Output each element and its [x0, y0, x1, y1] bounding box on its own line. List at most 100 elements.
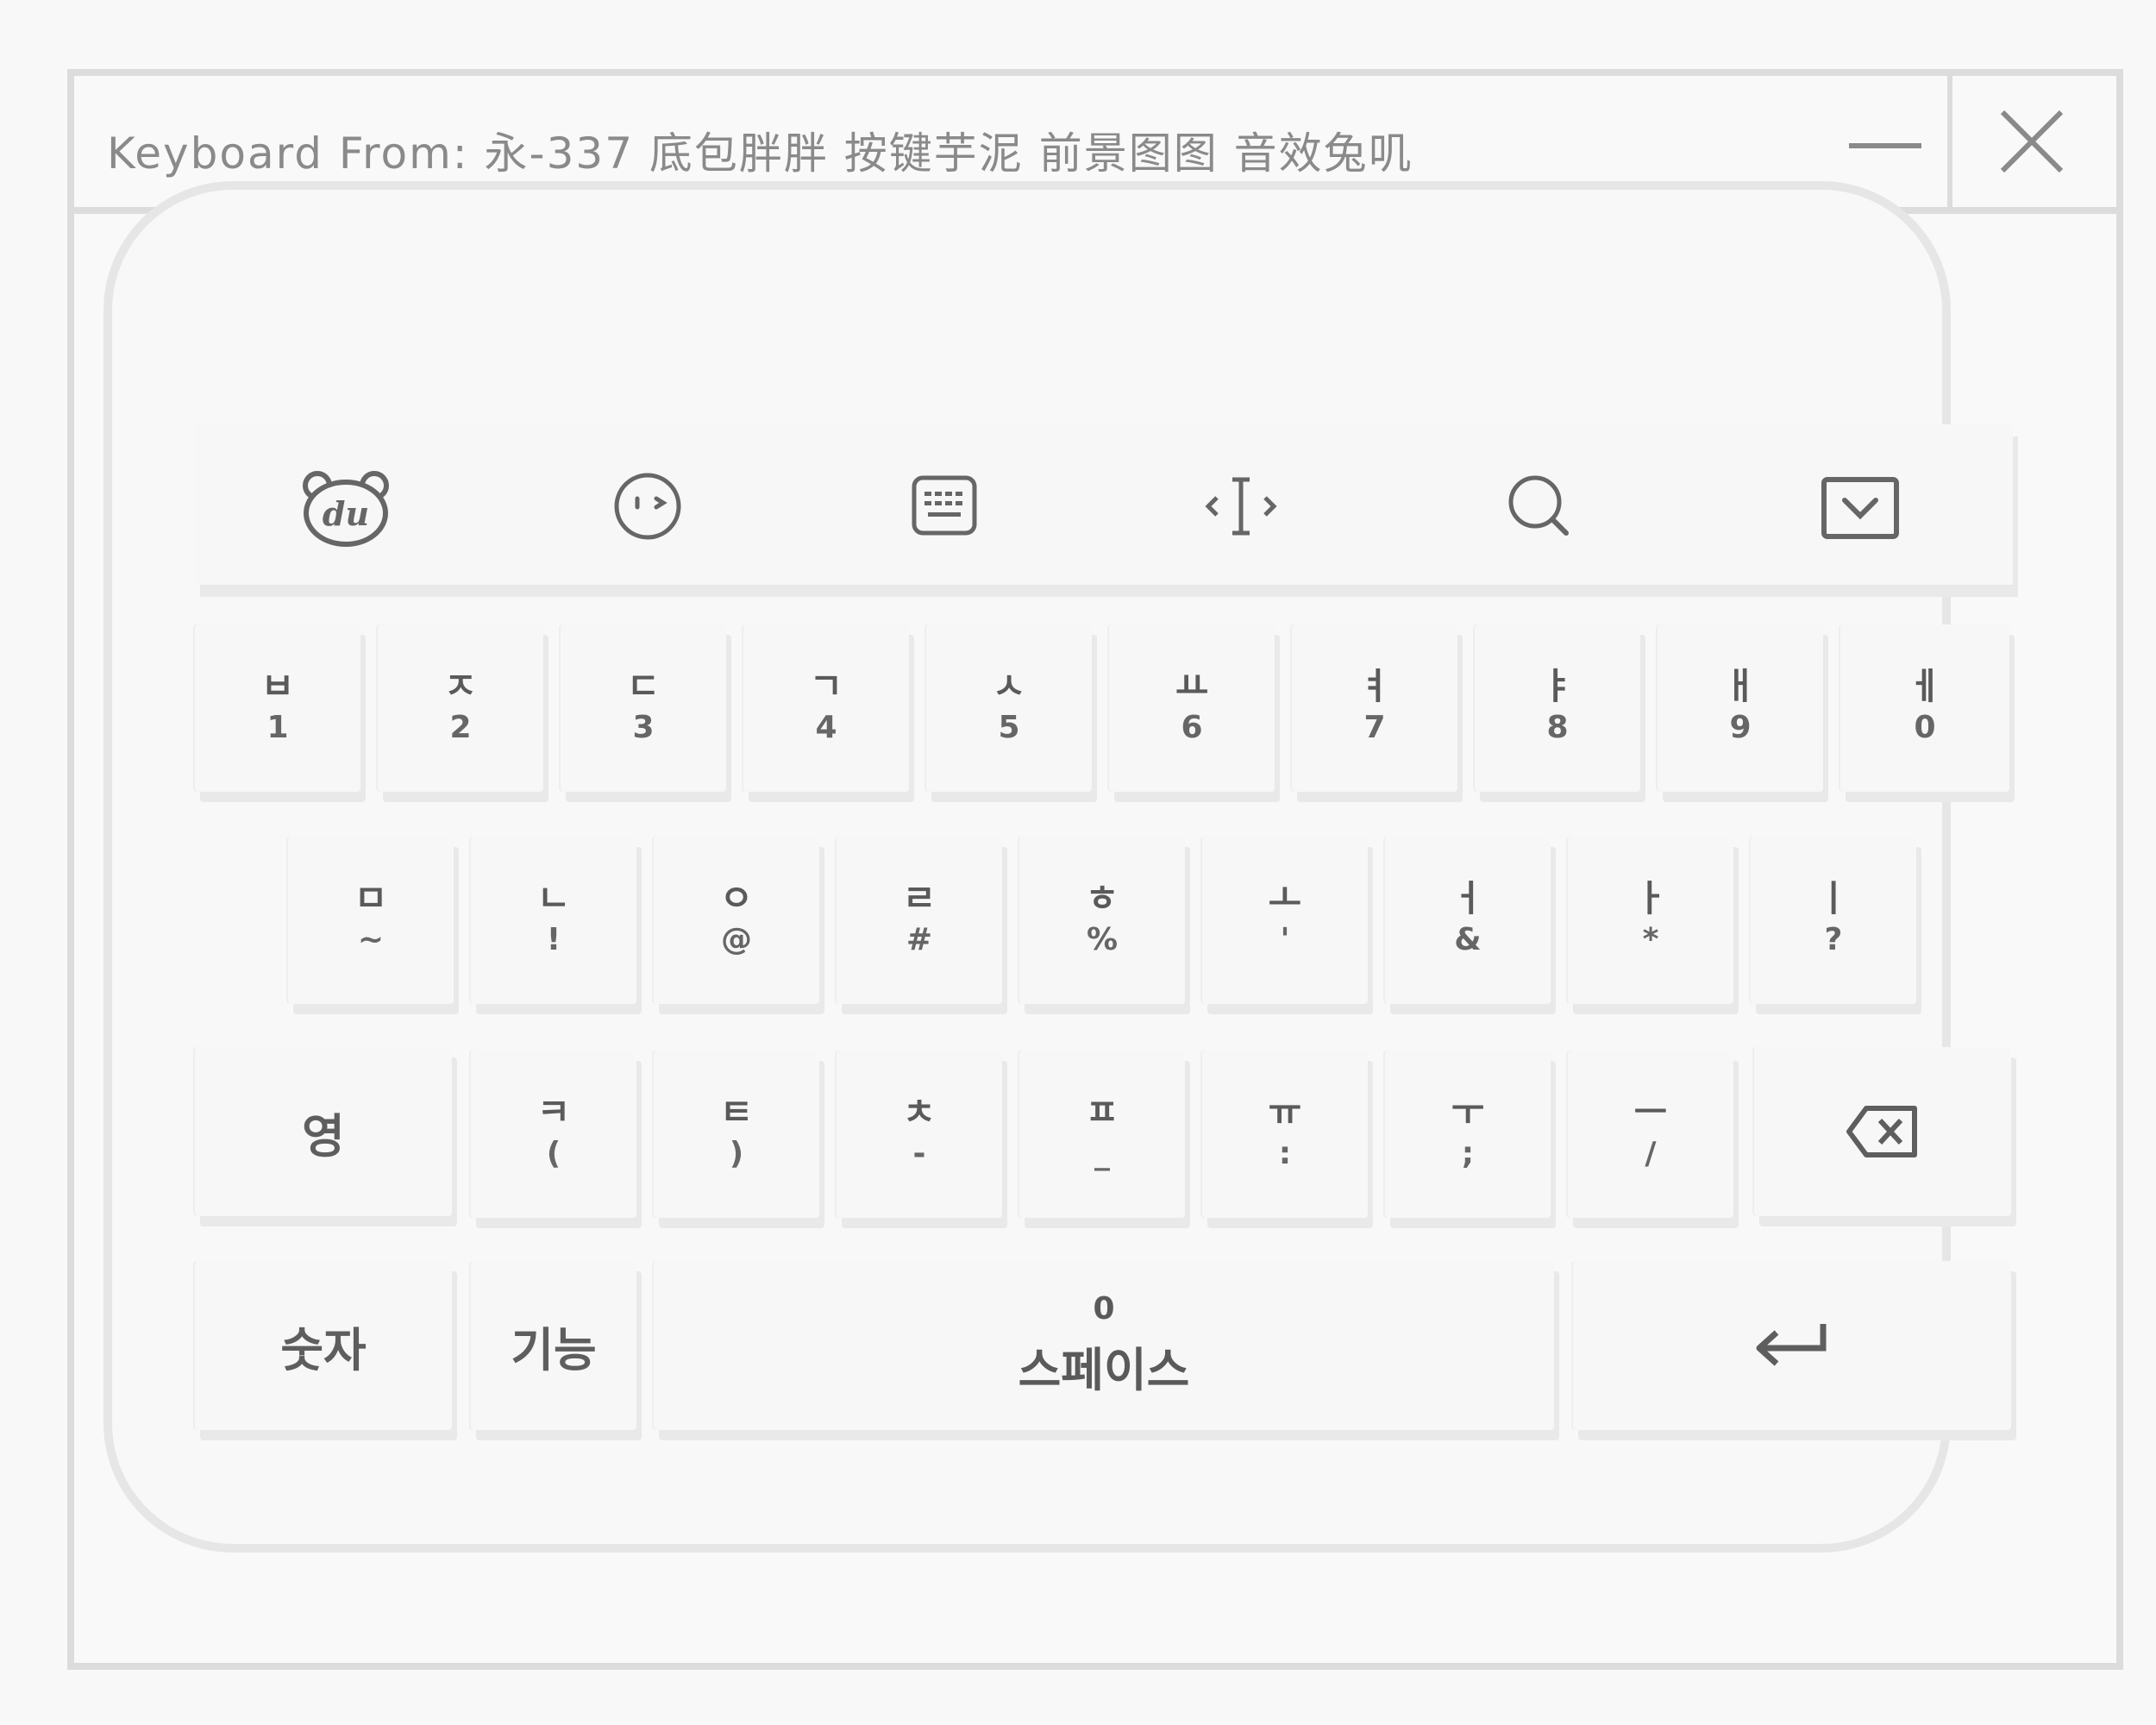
key-main: ㅗ — [1268, 876, 1302, 919]
key-sub: 4 — [815, 709, 837, 745]
key-j-2[interactable]: ㅈ2 — [378, 624, 543, 792]
key-yo-6[interactable]: ㅛ6 — [1109, 624, 1275, 792]
key-eo-ampersand[interactable]: ㅓ & — [1385, 837, 1551, 1004]
key-main: ㅊ — [902, 1090, 937, 1133]
key-sub: - — [912, 1135, 926, 1171]
key-sub: ( — [546, 1135, 561, 1171]
key-main: ㅈ — [443, 664, 478, 707]
key-u-semicolon[interactable]: ㅜ; — [1385, 1051, 1551, 1218]
collapse-keyboard-icon[interactable] — [1804, 450, 1916, 562]
key-o-quote[interactable]: ㅗ ' — [1202, 837, 1368, 1004]
key-p-underscore[interactable]: ㅍ _ — [1019, 1051, 1185, 1218]
space-key-label: 스페이스 — [1018, 1343, 1190, 1397]
key-ae-9[interactable]: ㅐ9 — [1658, 624, 1823, 792]
key-h-percent[interactable]: ㅎ% — [1019, 837, 1185, 1004]
key-i-question[interactable]: ㅣ? — [1751, 837, 1916, 1004]
key-label: 숫자 — [280, 1322, 367, 1377]
key-main: ㅍ — [1085, 1090, 1119, 1133]
keyboard-toolbar: du — [195, 424, 2013, 585]
key-main: ㅇ — [719, 876, 754, 919]
key-sub: @ — [721, 921, 752, 957]
close-button[interactable] — [1947, 76, 2116, 207]
key-main: ㅌ — [719, 1090, 754, 1133]
key-yu-colon[interactable]: ㅠ: — [1202, 1051, 1368, 1218]
cursor-move-icon[interactable] — [1185, 450, 1297, 562]
enter-key[interactable] — [1573, 1261, 2011, 1430]
key-sub: ) — [729, 1135, 744, 1171]
language-switch-key[interactable]: 영 — [195, 1047, 452, 1216]
key-sub: : — [1278, 1135, 1292, 1171]
key-sub: 2 — [449, 709, 472, 745]
key-main: ㅔ — [1908, 664, 1942, 707]
key-sub: / — [1645, 1135, 1657, 1171]
key-d-3[interactable]: ㄷ3 — [561, 624, 726, 792]
key-sub: 8 — [1546, 709, 1569, 745]
space-key-top-label: 0 — [1093, 1291, 1115, 1327]
key-sub: _ — [1094, 1135, 1110, 1171]
key-main: ㄷ — [626, 664, 661, 707]
key-sub: ! — [546, 921, 561, 957]
key-s-5[interactable]: ㅅ5 — [926, 624, 1092, 792]
key-sub: ~ — [357, 921, 385, 957]
du-bear-logo-icon[interactable]: du — [290, 450, 402, 562]
key-main: ㄱ — [809, 664, 843, 707]
search-icon[interactable] — [1483, 450, 1595, 562]
key-e-0[interactable]: ㅔ0 — [1840, 624, 2009, 792]
key-sub: 5 — [998, 709, 1020, 745]
function-key[interactable]: 기능 — [471, 1261, 636, 1430]
window-title: Keyboard From: 永-337 底包胖胖 按键芋泥 前景图图 音效兔叽 — [107, 129, 1413, 179]
key-g-4[interactable]: ㄱ4 — [743, 624, 909, 792]
key-main: ㅠ — [1268, 1090, 1302, 1133]
emoji-face-icon[interactable] — [592, 450, 704, 562]
key-ya-8[interactable]: ㅑ8 — [1475, 624, 1640, 792]
backspace-key[interactable] — [1754, 1047, 2011, 1216]
key-r-hash[interactable]: ㄹ # — [837, 837, 1002, 1004]
key-b-1[interactable]: ㅂ1 — [195, 624, 360, 792]
key-sub: 7 — [1363, 709, 1386, 745]
key-k-lparen[interactable]: ㅋ( — [471, 1051, 636, 1218]
key-sub: & — [1454, 921, 1482, 957]
key-main: ㅣ — [1816, 876, 1851, 919]
key-a-asterisk[interactable]: ㅏ * — [1568, 837, 1733, 1004]
key-sub: ; — [1461, 1135, 1475, 1171]
key-main: ㅂ — [260, 664, 295, 707]
key-main: ㅛ — [1175, 664, 1209, 707]
key-sub: * — [1642, 921, 1659, 957]
key-main: ㅅ — [992, 664, 1026, 707]
enter-icon — [1756, 1324, 1827, 1366]
key-main: ㄹ — [902, 876, 937, 919]
key-sub: 9 — [1729, 709, 1752, 745]
key-sub: 3 — [632, 709, 655, 745]
close-icon — [2000, 110, 2064, 173]
key-yeo-7[interactable]: ㅕ7 — [1292, 624, 1457, 792]
key-ch-dash[interactable]: ㅊ- — [837, 1051, 1002, 1218]
key-main: ㅏ — [1633, 876, 1668, 919]
key-main: ㅡ — [1633, 1090, 1668, 1133]
key-main: ㅐ — [1723, 664, 1758, 707]
key-sub: 0 — [1914, 709, 1936, 745]
keyboard-icon[interactable] — [888, 450, 1000, 562]
key-ng-at[interactable]: ㅇ @ — [654, 837, 819, 1004]
svg-text:du: du — [323, 494, 369, 533]
space-key[interactable]: 0 스페이스 — [654, 1261, 1554, 1430]
key-main: ㅕ — [1357, 664, 1392, 707]
backspace-icon — [1846, 1106, 1917, 1157]
key-m-tilde[interactable]: ㅁ ~ — [288, 837, 454, 1004]
key-eu-slash[interactable]: ㅡ / — [1568, 1051, 1733, 1218]
key-n-exclaim[interactable]: ㄴ! — [471, 837, 636, 1004]
key-main: ㅁ — [354, 876, 388, 919]
key-sub: # — [906, 921, 933, 957]
number-mode-key[interactable]: 숫자 — [195, 1261, 452, 1430]
key-main: ㅓ — [1451, 876, 1485, 919]
key-main: ㅎ — [1085, 876, 1119, 919]
key-sub: % — [1086, 921, 1119, 957]
minimize-icon — [1849, 143, 1921, 148]
key-sub: ? — [1824, 921, 1843, 957]
key-sub: 1 — [266, 709, 289, 745]
key-main: ㄴ — [536, 876, 571, 919]
key-t-rparen[interactable]: ㅌ) — [654, 1051, 819, 1218]
key-main: ㅜ — [1451, 1090, 1485, 1133]
key-sub: 6 — [1181, 709, 1203, 745]
key-label: 기능 — [511, 1322, 597, 1377]
key-sub: ' — [1280, 921, 1290, 957]
